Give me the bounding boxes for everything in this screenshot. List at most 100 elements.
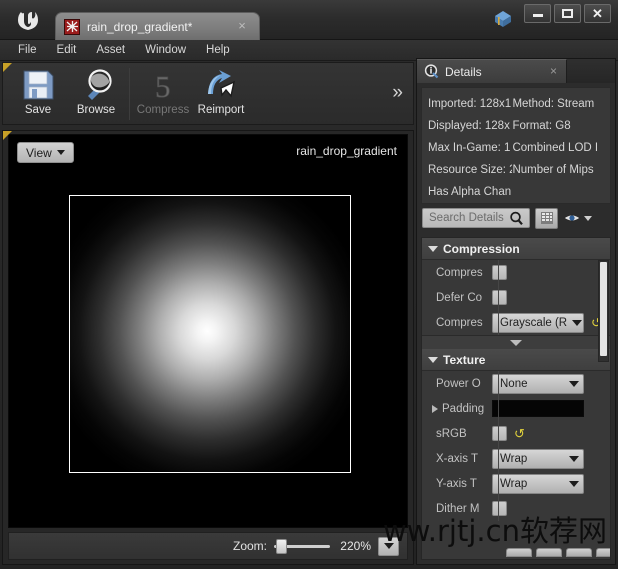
maximize-button[interactable]: [554, 4, 581, 23]
property-divider: [498, 446, 499, 471]
zoom-slider-thumb[interactable]: [276, 539, 287, 554]
property-label: sRGB: [436, 427, 467, 440]
padding-color-swatch[interactable]: [492, 400, 584, 417]
property-divider: [498, 310, 499, 335]
details-panel: Details × Imported: 128x1 Method: Stream…: [416, 58, 616, 565]
section-collapse-bar[interactable]: [422, 335, 610, 349]
properties-scrollbar[interactable]: [598, 260, 609, 362]
chevron-down-icon: [383, 543, 394, 549]
chevron-right-icon: [432, 404, 438, 413]
title-bar: rain_drop_gradient* × ✕: [0, 0, 618, 40]
property-row-srgb: sRGB ↺: [422, 421, 610, 446]
info-format: Format: G8: [512, 120, 571, 132]
menu-item-edit[interactable]: Edit: [47, 42, 87, 58]
info-row: Imported: 128x1 Method: Stream: [422, 92, 610, 114]
y-axis-tiling-dropdown[interactable]: Wrap: [492, 473, 584, 494]
document-tab-close-icon[interactable]: ×: [235, 19, 249, 33]
texture-viewport[interactable]: View rain_drop_gradient: [8, 134, 408, 528]
property-row-defer-compression: Defer Co: [422, 285, 610, 310]
power-of-two-value: None: [500, 377, 528, 390]
close-button[interactable]: ✕: [584, 4, 611, 23]
reimport-button[interactable]: Reimport: [192, 65, 250, 123]
info-row: Displayed: 128x Format: G8: [422, 114, 610, 136]
visibility-options-button[interactable]: [563, 212, 592, 224]
compress-button[interactable]: 5 Compress: [134, 65, 192, 123]
property-divider: [498, 471, 499, 496]
chevron-down-icon: [428, 245, 438, 252]
property-row-padding-color: Padding: [422, 396, 610, 421]
search-input[interactable]: [429, 212, 507, 224]
browse-button[interactable]: Browse: [67, 65, 125, 123]
view-menu-button[interactable]: View: [17, 142, 74, 163]
zoom-label: Zoom:: [232, 539, 267, 553]
details-tab-close-icon[interactable]: ×: [550, 64, 557, 78]
zoom-slider[interactable]: [274, 539, 330, 554]
chevron-down-icon: [569, 380, 579, 387]
property-label: Defer Co: [436, 291, 483, 304]
toolbar-overflow-icon[interactable]: »: [392, 83, 403, 102]
menu-item-asset[interactable]: Asset: [86, 42, 135, 58]
details-tab-label: Details: [445, 64, 482, 79]
save-button[interactable]: Save: [9, 65, 67, 123]
properties-area: Compression Compres Defer Co Compres Gra…: [421, 237, 611, 560]
grid-view-button[interactable]: [535, 207, 558, 229]
menu-item-file[interactable]: File: [8, 42, 47, 58]
property-row-x-axis-tiling: X-axis T Wrap: [422, 446, 610, 471]
info-imported: Imported: 128x1: [428, 98, 512, 110]
chevron-down-icon: [510, 339, 522, 346]
properties-scrollbar-thumb[interactable]: [600, 262, 607, 356]
magnifier-browse-icon: [88, 68, 112, 100]
property-row-dither-mip-maps: Dither M: [422, 496, 610, 521]
property-row-compress: Compres: [422, 260, 610, 285]
zoom-dropdown-button[interactable]: [378, 536, 399, 556]
reimport-arrow-icon: [208, 69, 235, 98]
app-icon: [492, 8, 514, 30]
defer-compression-checkbox[interactable]: [492, 290, 507, 305]
bottom-button-2[interactable]: [536, 548, 562, 557]
texture-asset-icon: [64, 18, 80, 35]
x-axis-tiling-dropdown[interactable]: Wrap: [492, 448, 584, 469]
main-toolbar: Save Browse 5 Compress Reimport »: [2, 62, 414, 125]
info-number-of-mips: Number of Mips: [512, 164, 594, 176]
info-combined-lod: Combined LOD I: [512, 142, 599, 154]
property-row-power-of-two: Power O None: [422, 371, 610, 396]
property-label: Compres: [436, 316, 483, 329]
power-of-two-dropdown[interactable]: None: [492, 373, 584, 394]
category-header-texture[interactable]: Texture: [422, 349, 610, 371]
compress-icon: 5: [155, 68, 171, 101]
menu-item-window[interactable]: Window: [135, 42, 196, 58]
category-header-compression[interactable]: Compression: [422, 238, 610, 260]
menu-item-help[interactable]: Help: [196, 42, 240, 58]
bottom-button-1[interactable]: [506, 548, 532, 557]
srgb-checkbox[interactable]: [492, 426, 507, 441]
info-row: Resource Size: 2 Number of Mips: [422, 158, 610, 180]
dither-mip-maps-checkbox[interactable]: [492, 501, 507, 516]
property-label-wrapper[interactable]: Padding: [422, 403, 484, 415]
chevron-down-icon: [569, 480, 579, 487]
texture-viewport-panel: View rain_drop_gradient Zoom: 220%: [2, 130, 414, 565]
texture-preview-image: [70, 196, 350, 472]
compress-checkbox[interactable]: [492, 265, 507, 280]
document-tab[interactable]: rain_drop_gradient* ×: [55, 12, 260, 40]
bottom-button-3[interactable]: [566, 548, 592, 557]
property-label: Compres: [436, 266, 483, 279]
compression-settings-dropdown[interactable]: Grayscale (R: [492, 312, 584, 333]
maximize-icon: [562, 9, 573, 18]
property-divider: [498, 396, 499, 421]
chevron-down-icon: [428, 356, 438, 363]
grid-view-icon: [540, 212, 553, 224]
chevron-down-icon: [572, 319, 583, 326]
property-divider: [498, 496, 499, 521]
reset-to-default-icon[interactable]: ↺: [514, 427, 525, 440]
save-button-label: Save: [24, 103, 52, 116]
info-row: Has Alpha Chan: [422, 180, 610, 202]
texture-info-box: Imported: 128x1 Method: Stream Displayed…: [421, 87, 611, 204]
zoom-value: 220%: [340, 539, 371, 553]
property-divider: [498, 421, 499, 446]
minimize-button[interactable]: [524, 4, 551, 23]
bottom-button-4[interactable]: [596, 548, 610, 557]
search-icon: [509, 211, 524, 226]
search-details-box[interactable]: [422, 208, 530, 228]
property-divider: [498, 260, 499, 285]
details-tab[interactable]: Details ×: [417, 59, 567, 83]
